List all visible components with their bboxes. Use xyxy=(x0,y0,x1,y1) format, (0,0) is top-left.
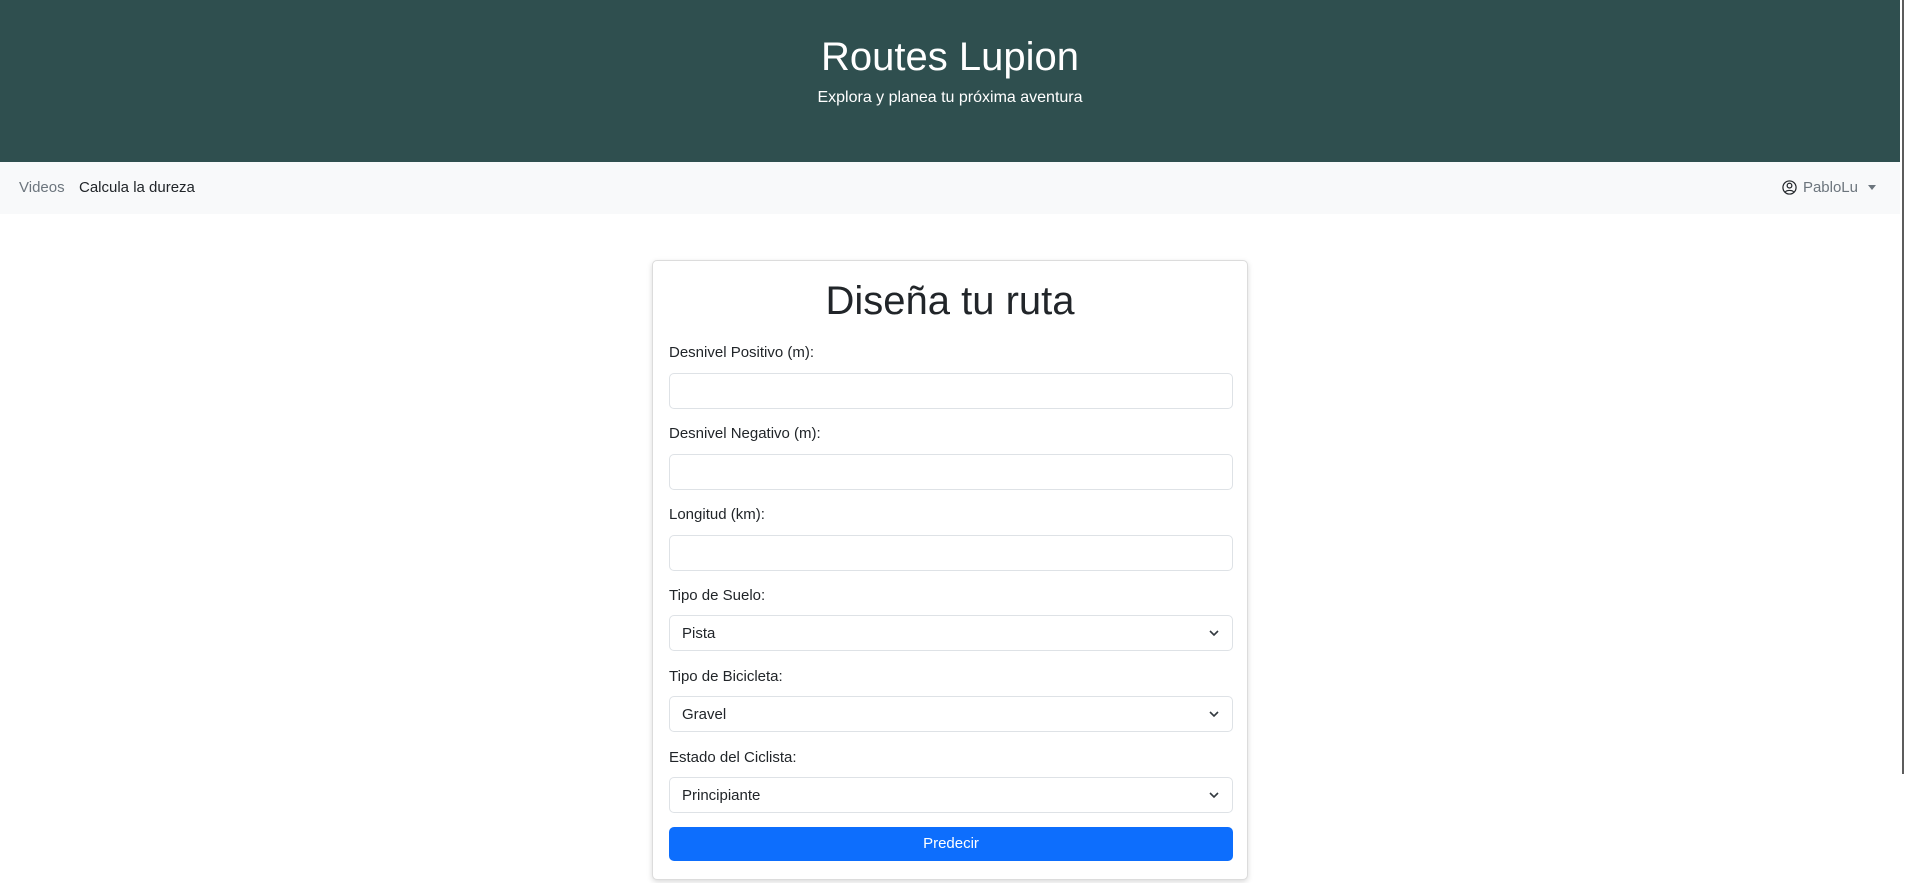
desnivel-positivo-label: Desnivel Positivo (m): xyxy=(669,344,815,361)
tipo-bicicleta-select[interactable]: Gravel xyxy=(669,696,1233,732)
desnivel-positivo-input[interactable] xyxy=(669,373,1233,409)
route-form-card: Diseña tu ruta Desnivel Positivo (m): De… xyxy=(652,260,1248,880)
nav-link-calcula-dureza[interactable]: Calcula la dureza xyxy=(79,179,195,197)
tipo-suelo-value: Pista xyxy=(682,624,716,642)
tipo-bicicleta-label: Tipo de Bicicleta: xyxy=(669,668,783,685)
predecir-button[interactable]: Predecir xyxy=(669,827,1233,861)
user-circle-icon xyxy=(1782,180,1797,195)
tipo-suelo-select[interactable]: Pista xyxy=(669,615,1233,651)
user-dropdown[interactable]: PabloLu xyxy=(1782,179,1876,196)
desnivel-negativo-label: Desnivel Negativo (m): xyxy=(669,425,821,442)
longitud-label: Longitud (km): xyxy=(669,506,765,523)
site-title: Routes Lupion xyxy=(821,35,1079,79)
navbar: Videos Calcula la dureza PabloLu xyxy=(0,162,1900,214)
form-title: Diseña tu ruta xyxy=(825,279,1075,323)
site-subtitle: Explora y planea tu próxima aventura xyxy=(817,89,1083,106)
site-header: Routes Lupion Explora y planea tu próxim… xyxy=(0,0,1900,162)
tipo-suelo-label: Tipo de Suelo: xyxy=(669,587,766,604)
scrollbar-thumb[interactable] xyxy=(1902,0,1904,774)
user-name: PabloLu xyxy=(1802,179,1858,196)
nav-link-videos[interactable]: Videos xyxy=(19,179,65,197)
chevron-down-icon xyxy=(1209,630,1219,637)
page-scrollbar[interactable] xyxy=(1900,0,1906,883)
estado-ciclista-value: Principiante xyxy=(682,786,761,804)
estado-ciclista-label: Estado del Ciclista: xyxy=(669,749,797,766)
caret-down-icon xyxy=(1868,185,1876,190)
chevron-down-icon xyxy=(1209,711,1219,718)
estado-ciclista-select[interactable]: Principiante xyxy=(669,777,1233,813)
longitud-input[interactable] xyxy=(669,535,1233,571)
chevron-down-icon xyxy=(1209,792,1219,799)
tipo-bicicleta-value: Gravel xyxy=(682,705,727,723)
desnivel-negativo-input[interactable] xyxy=(669,454,1233,490)
